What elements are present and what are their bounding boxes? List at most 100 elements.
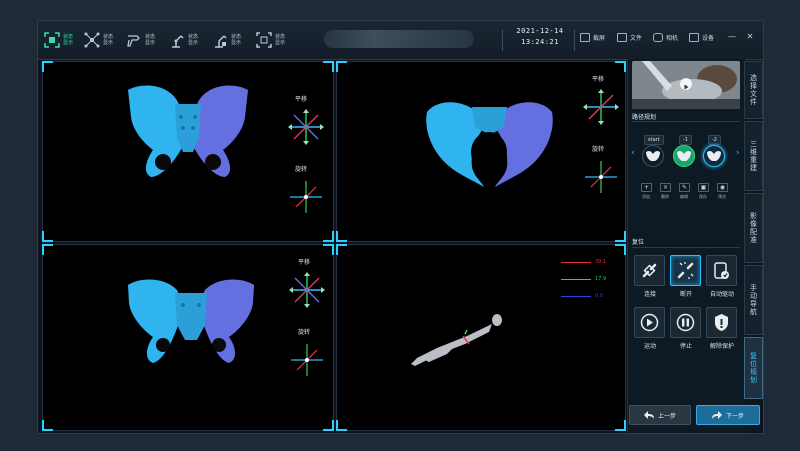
step-tag-2: -2 bbox=[708, 135, 721, 145]
rotate-gizmo[interactable] bbox=[287, 178, 325, 216]
chevron-right-icon[interactable]: › bbox=[736, 148, 740, 158]
step-tag-1: -1 bbox=[679, 135, 692, 145]
play-icon bbox=[640, 313, 659, 332]
viewport-superior[interactable]: 平移 旋转 bbox=[336, 61, 626, 242]
next-step-label: 下一步 bbox=[725, 412, 744, 420]
z-axis-legend-line bbox=[561, 296, 591, 297]
status-display-button-2[interactable]: 状态显示 bbox=[84, 28, 117, 52]
pan-gizmo[interactable] bbox=[582, 88, 620, 126]
chevron-left-icon[interactable]: ‹ bbox=[631, 148, 635, 158]
status-display-label: 状态显示 bbox=[231, 34, 242, 46]
pelvis-model[interactable] bbox=[422, 97, 557, 192]
focus-icon bbox=[44, 32, 60, 48]
disconnect-icon bbox=[677, 262, 694, 279]
connect-icon bbox=[642, 263, 657, 278]
save-button[interactable]: ▣ bbox=[698, 183, 709, 192]
status-display-button-3[interactable]: 状态显示 bbox=[126, 28, 159, 52]
step-1[interactable] bbox=[673, 145, 695, 167]
y-value: 17.9 bbox=[595, 276, 607, 282]
status-display-button-6[interactable]: 状态显示 bbox=[256, 28, 289, 52]
device-label: 设备 bbox=[702, 35, 715, 42]
status-display-button-4[interactable]: 状态显示 bbox=[169, 28, 202, 52]
z-value: 0.0 bbox=[595, 293, 603, 299]
rotate-gizmo[interactable] bbox=[288, 341, 326, 379]
time-text: 13:24:21 bbox=[521, 38, 559, 46]
play-icon[interactable] bbox=[680, 78, 692, 90]
preview-button[interactable]: ◉ bbox=[717, 183, 728, 192]
status-display-label: 状态显示 bbox=[103, 34, 114, 46]
rotate-label: 旋转 bbox=[298, 329, 311, 336]
add-button[interactable]: + bbox=[641, 183, 652, 192]
path-planning-title: 路径规划 bbox=[632, 114, 657, 121]
prev-step-button[interactable]: 上一步 bbox=[629, 405, 691, 425]
edit-button[interactable]: ✎ bbox=[679, 183, 690, 192]
arrow-forward-icon bbox=[711, 411, 722, 419]
status-display-label: 状态显示 bbox=[188, 34, 199, 46]
status-display-button-1[interactable]: 状态显示 bbox=[44, 28, 77, 52]
preview-label: 预览 bbox=[718, 194, 726, 199]
arrow-back-icon bbox=[643, 411, 654, 419]
pan-gizmo[interactable] bbox=[288, 271, 326, 309]
tab-3d-reconstruction[interactable]: 三维重建 bbox=[744, 121, 763, 191]
robot-arm-icon bbox=[215, 35, 227, 48]
top-toolbar: 状态显示 状态显示 状态显示 状态显示 状态显示 状态显示 2021-12-14… bbox=[38, 21, 763, 60]
camera-button[interactable]: 相机 bbox=[653, 33, 678, 42]
folder-icon bbox=[617, 33, 627, 42]
pan-label: 平移 bbox=[592, 76, 605, 83]
pelvis-model[interactable] bbox=[125, 275, 257, 367]
viewport-anterior[interactable]: 平移 旋转 bbox=[42, 61, 334, 242]
auto-drive-button[interactable] bbox=[706, 255, 737, 286]
x-value: 39.1 bbox=[595, 259, 607, 265]
status-display-label: 状态显示 bbox=[275, 34, 286, 46]
pelvis-icon bbox=[677, 150, 691, 161]
app-window: 状态显示 状态显示 状态显示 状态显示 状态显示 状态显示 2021-12-14… bbox=[37, 20, 764, 434]
step-tag-start: start bbox=[644, 135, 664, 145]
disconnect-button[interactable] bbox=[670, 255, 701, 286]
delete-button[interactable]: × bbox=[660, 183, 671, 192]
body-model[interactable] bbox=[407, 310, 507, 370]
viewport-3d[interactable]: 39.1 17.9 0.0 bbox=[336, 244, 626, 431]
minimize-icon: — bbox=[728, 31, 736, 41]
viewport-posterior[interactable]: 平移 旋转 bbox=[42, 244, 334, 431]
divider bbox=[574, 29, 575, 51]
pan-gizmo[interactable] bbox=[287, 108, 325, 146]
rotate-label: 旋转 bbox=[295, 166, 308, 173]
rotate-gizmo[interactable] bbox=[582, 158, 620, 196]
file-button[interactable]: 文件 bbox=[617, 33, 642, 42]
step-2[interactable] bbox=[703, 145, 725, 167]
divider bbox=[632, 121, 740, 122]
camera-feed bbox=[632, 61, 740, 109]
release-protection-button[interactable] bbox=[706, 307, 737, 338]
tab-label: 复位规划 bbox=[749, 352, 758, 384]
stop-button[interactable] bbox=[670, 307, 701, 338]
tab-select-file[interactable]: 选择文件 bbox=[744, 61, 763, 119]
add-label: 添加 bbox=[642, 194, 650, 199]
connect-label: 连接 bbox=[643, 291, 656, 298]
pan-label: 平移 bbox=[298, 259, 311, 266]
step-start[interactable] bbox=[642, 145, 664, 167]
tab-reset-planning[interactable]: 复位规划 bbox=[744, 337, 763, 399]
move-button[interactable] bbox=[634, 307, 665, 338]
pelvis-model[interactable] bbox=[123, 82, 253, 187]
screenshot-label: 截屏 bbox=[593, 35, 606, 42]
auto-drive-icon bbox=[714, 262, 729, 279]
file-label: 文件 bbox=[630, 35, 643, 42]
release-protection-label: 解除保护 bbox=[709, 343, 734, 350]
delete-label: 删除 bbox=[661, 194, 669, 199]
pelvis-icon bbox=[707, 150, 721, 161]
tab-image-registration[interactable]: 影像配准 bbox=[744, 193, 763, 263]
next-step-button[interactable]: 下一步 bbox=[696, 405, 760, 425]
divider bbox=[502, 29, 503, 51]
edit-label: 编辑 bbox=[680, 194, 688, 199]
disconnect-label: 断开 bbox=[679, 291, 692, 298]
close-button[interactable]: ✕ bbox=[745, 31, 755, 41]
connect-button[interactable] bbox=[634, 255, 665, 286]
pause-icon bbox=[676, 313, 695, 332]
status-display-button-5[interactable]: 状态显示 bbox=[212, 28, 245, 52]
device-button[interactable]: 设备 bbox=[689, 33, 714, 42]
screenshot-button[interactable]: 截屏 bbox=[580, 33, 605, 42]
tab-manual-navigation[interactable]: 手动导航 bbox=[744, 265, 763, 335]
tab-label: 手动导航 bbox=[749, 284, 758, 316]
minimize-button[interactable]: — bbox=[727, 31, 737, 41]
status-display-label: 状态显示 bbox=[145, 34, 156, 46]
